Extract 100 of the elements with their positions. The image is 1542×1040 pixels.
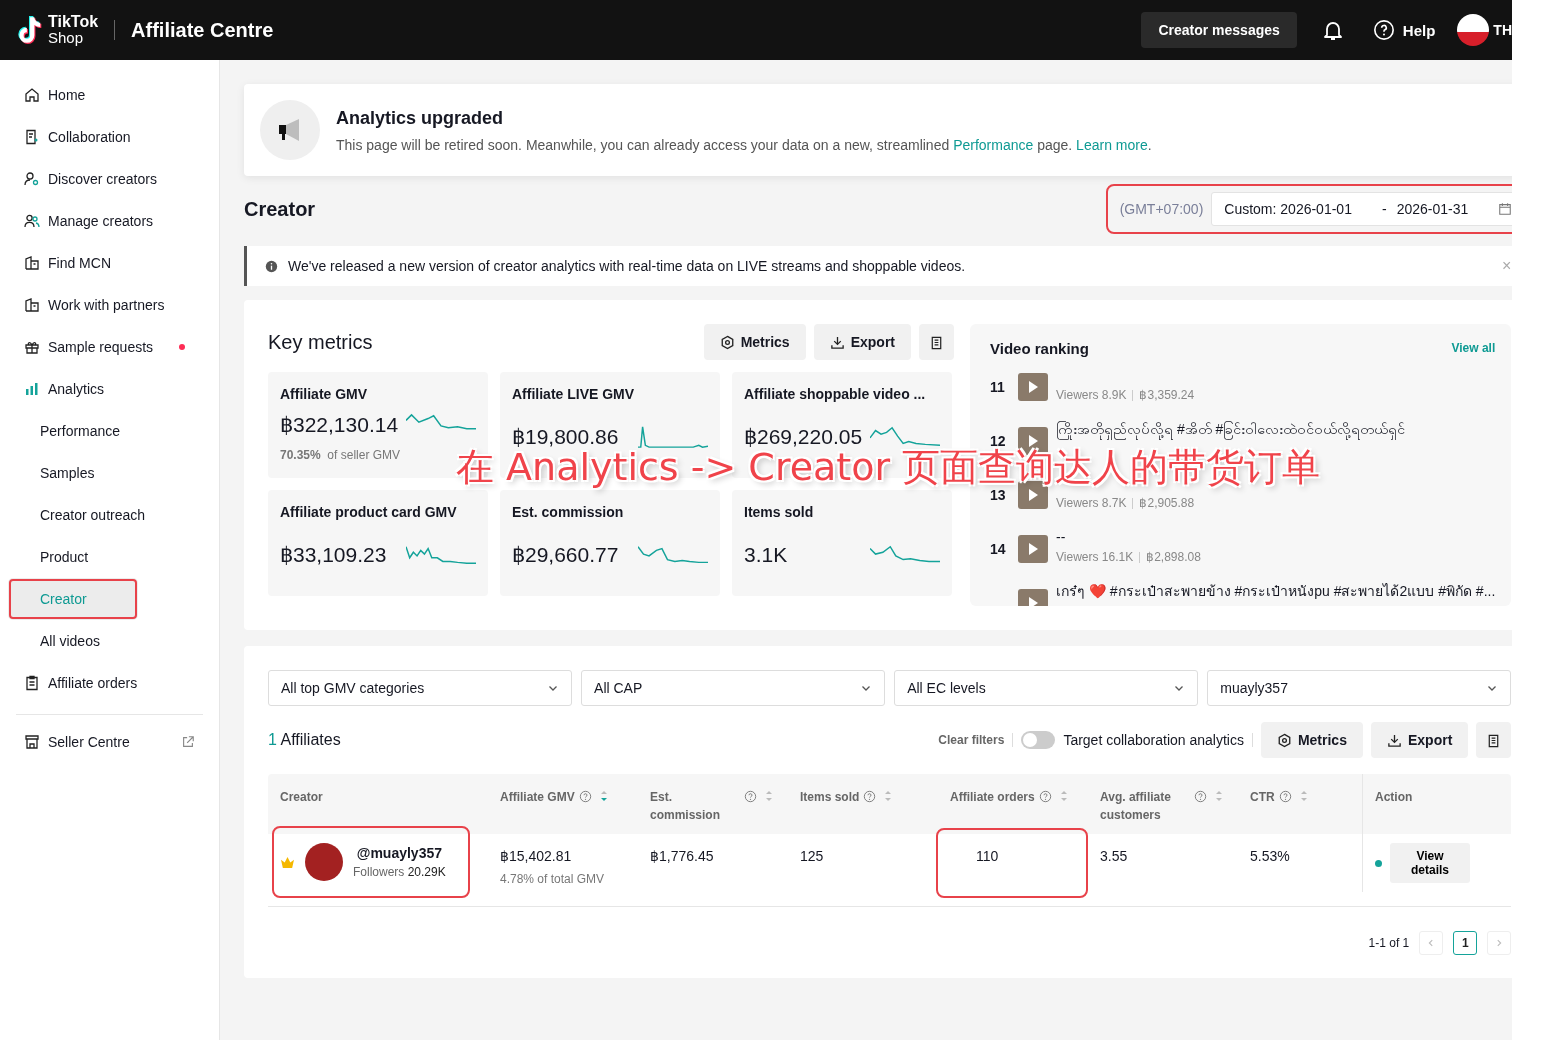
timezone-label: (GMT+07:00) bbox=[1119, 201, 1204, 217]
person-search-icon bbox=[24, 171, 40, 187]
rank-number: 14 bbox=[990, 541, 1006, 557]
brand-name: TikTok bbox=[48, 14, 99, 30]
column-header[interactable]: Est. commission bbox=[638, 774, 788, 834]
music-note-logo-icon bbox=[16, 15, 42, 45]
annotation-text: 在 Analytics -> Creator 页面查询达人的带货订单 bbox=[456, 448, 1321, 486]
sidebar-item[interactable]: Find MCN bbox=[8, 242, 211, 284]
view-details-button[interactable]: View details bbox=[1390, 843, 1470, 883]
filter-dropdown[interactable]: All CAP bbox=[581, 670, 886, 706]
metric-value: ฿19,800.86 bbox=[512, 425, 619, 449]
toggle-label: Target collaboration analytics bbox=[1063, 732, 1244, 748]
followers-count: Followers 20.29K bbox=[353, 865, 446, 879]
table-cell-text: 125 bbox=[800, 848, 825, 864]
metric-value: 3.1K bbox=[744, 543, 788, 567]
settings-icon bbox=[719, 334, 735, 350]
sidebar-item[interactable]: Affiliate orders bbox=[8, 662, 211, 704]
sidebar-item[interactable]: Analytics bbox=[8, 368, 211, 410]
sidebar-item[interactable]: Work with partners bbox=[8, 284, 211, 326]
sparkline bbox=[638, 424, 708, 450]
sidebar-item[interactable]: Sample requests bbox=[8, 326, 211, 368]
filter-dropdown[interactable]: muayly357 bbox=[1207, 670, 1512, 706]
metric-value: ฿269,220.05 bbox=[744, 425, 863, 449]
video-title[interactable]: เกร๋ๆ ❤ #กระเป๋าสะพายข้าง #กระเป๋าหนังpu #สะพายได้2แบบ #พิกัด #... bbox=[1056, 583, 1496, 600]
column-header[interactable]: Affiliate GMV bbox=[488, 774, 638, 834]
avatar bbox=[305, 843, 343, 881]
metric-label: Affiliate GMV bbox=[280, 386, 369, 402]
table-cell-text: 5.53% bbox=[1250, 848, 1291, 864]
column-header[interactable]: CTR bbox=[1238, 774, 1362, 834]
metrics-button[interactable]: Metrics bbox=[703, 324, 806, 360]
video-thumbnail[interactable] bbox=[1018, 373, 1048, 401]
metric-label: Affiliate LIVE GMV bbox=[512, 386, 636, 402]
crown-icon bbox=[280, 855, 295, 869]
viewer-count: Viewers 8.7K bbox=[1056, 496, 1127, 510]
column-header[interactable]: Avg. affiliate customers bbox=[1088, 774, 1238, 834]
metric-label: Items sold bbox=[744, 504, 815, 520]
export-button[interactable]: Export bbox=[813, 324, 911, 360]
table-cell-text: ฿1,776.45 bbox=[650, 848, 715, 864]
metric-value: ฿29,660.77 bbox=[512, 543, 619, 567]
filter-dropdown[interactable]: All top GMV categories bbox=[268, 670, 573, 706]
panel-title: Video ranking bbox=[990, 339, 1089, 357]
sidebar-subitem[interactable]: Creator outreach bbox=[8, 494, 211, 536]
rank-number: 12 bbox=[990, 433, 1006, 449]
building-icon bbox=[24, 255, 40, 271]
seller-centre-link[interactable]: Seller Centre bbox=[8, 721, 211, 763]
performance-link[interactable]: Performance bbox=[953, 136, 1034, 153]
video-thumbnail[interactable] bbox=[1018, 535, 1048, 563]
sidebar-subitem[interactable]: All videos bbox=[8, 620, 211, 662]
account-name[interactable]: TH bbox=[1493, 22, 1512, 38]
creator-handle[interactable]: @muayly357 bbox=[356, 845, 442, 861]
learn-more-link[interactable]: Learn more bbox=[1076, 136, 1148, 153]
section-title: Key metrics bbox=[268, 330, 373, 354]
banner-title: Analytics upgraded bbox=[336, 107, 505, 129]
viewer-count: Viewers 16.1K bbox=[1056, 550, 1134, 564]
sidebar-item[interactable]: Manage creators bbox=[8, 200, 211, 242]
creator-cell[interactable]: @muayly357 Followers 20.29K bbox=[274, 828, 468, 896]
account-avatar[interactable] bbox=[1457, 14, 1490, 46]
metrics-button[interactable]: Metrics bbox=[1260, 722, 1363, 758]
page-button[interactable]: 1 bbox=[1453, 931, 1478, 955]
report-button[interactable] bbox=[1476, 722, 1512, 758]
filter-dropdown[interactable]: All EC levels bbox=[894, 670, 1199, 706]
metric-label: Affiliate shoppable video ... bbox=[744, 386, 927, 402]
download-icon bbox=[1386, 732, 1402, 748]
column-header: Creator bbox=[279, 789, 324, 806]
creator-messages-button[interactable]: Creator messages bbox=[1141, 12, 1297, 48]
toggle-switch[interactable] bbox=[1021, 731, 1056, 749]
sidebar-subitem[interactable]: Samples bbox=[8, 452, 211, 494]
gmv-share: 4.78% of total GMV bbox=[500, 872, 606, 886]
video-gmv: ฿2,898.08 bbox=[1146, 550, 1201, 564]
external-link-icon bbox=[181, 735, 195, 749]
video-title[interactable]: -- bbox=[1056, 529, 1201, 546]
metric-value: ฿322,130.14 bbox=[280, 413, 399, 437]
page-title: Creator bbox=[244, 197, 316, 221]
export-button[interactable]: Export bbox=[1370, 722, 1469, 758]
date-range-field[interactable]: Custom: 2026-01-01 - 2026-01-31 bbox=[1211, 192, 1512, 226]
help-button[interactable]: Help bbox=[1372, 19, 1436, 41]
metric-label: Est. commission bbox=[512, 504, 625, 520]
report-button[interactable] bbox=[919, 324, 954, 360]
column-header[interactable]: Items sold bbox=[788, 774, 938, 834]
sidebar-item[interactable]: Collaboration bbox=[8, 116, 211, 158]
sidebar-item[interactable]: Home bbox=[8, 74, 211, 116]
video-title[interactable]: ကြိုးအတိုရှည်လုပ်လို့ရ #အိတ် #ခြင်းဝါလေးထဲဝင်ဝယ်လို့ရတယ်ရှင် bbox=[1056, 421, 1406, 438]
metric-share: 70.35% of seller GMV bbox=[280, 448, 402, 462]
document-person-icon bbox=[24, 129, 40, 145]
clipboard-icon bbox=[24, 675, 40, 691]
table-cell-text: ฿15,402.81 bbox=[500, 848, 573, 864]
sidebar-subitem[interactable]: Product bbox=[8, 536, 211, 578]
sidebar-item[interactable]: Discover creators bbox=[8, 158, 211, 200]
viewer-count: Viewers 8.9K bbox=[1056, 388, 1127, 402]
brand-subname: Shop bbox=[48, 30, 85, 46]
table-cell-text: 3.55 bbox=[1100, 848, 1129, 864]
calendar-icon bbox=[1498, 202, 1512, 216]
download-icon bbox=[829, 334, 845, 350]
banner-text: This page will be retired soon. Meanwhile, you can already access your data on a new, streamlined Performance page. Learn more. bbox=[336, 136, 1152, 153]
pagination-range: 1-1 of 1 bbox=[1368, 936, 1410, 950]
clear-filters-link[interactable]: Clear filters bbox=[938, 733, 1005, 747]
help-icon bbox=[1372, 19, 1395, 41]
sidebar-subitem[interactable]: Performance bbox=[8, 410, 211, 452]
gift-icon bbox=[24, 339, 40, 355]
app-title: Affiliate Centre bbox=[131, 18, 274, 42]
